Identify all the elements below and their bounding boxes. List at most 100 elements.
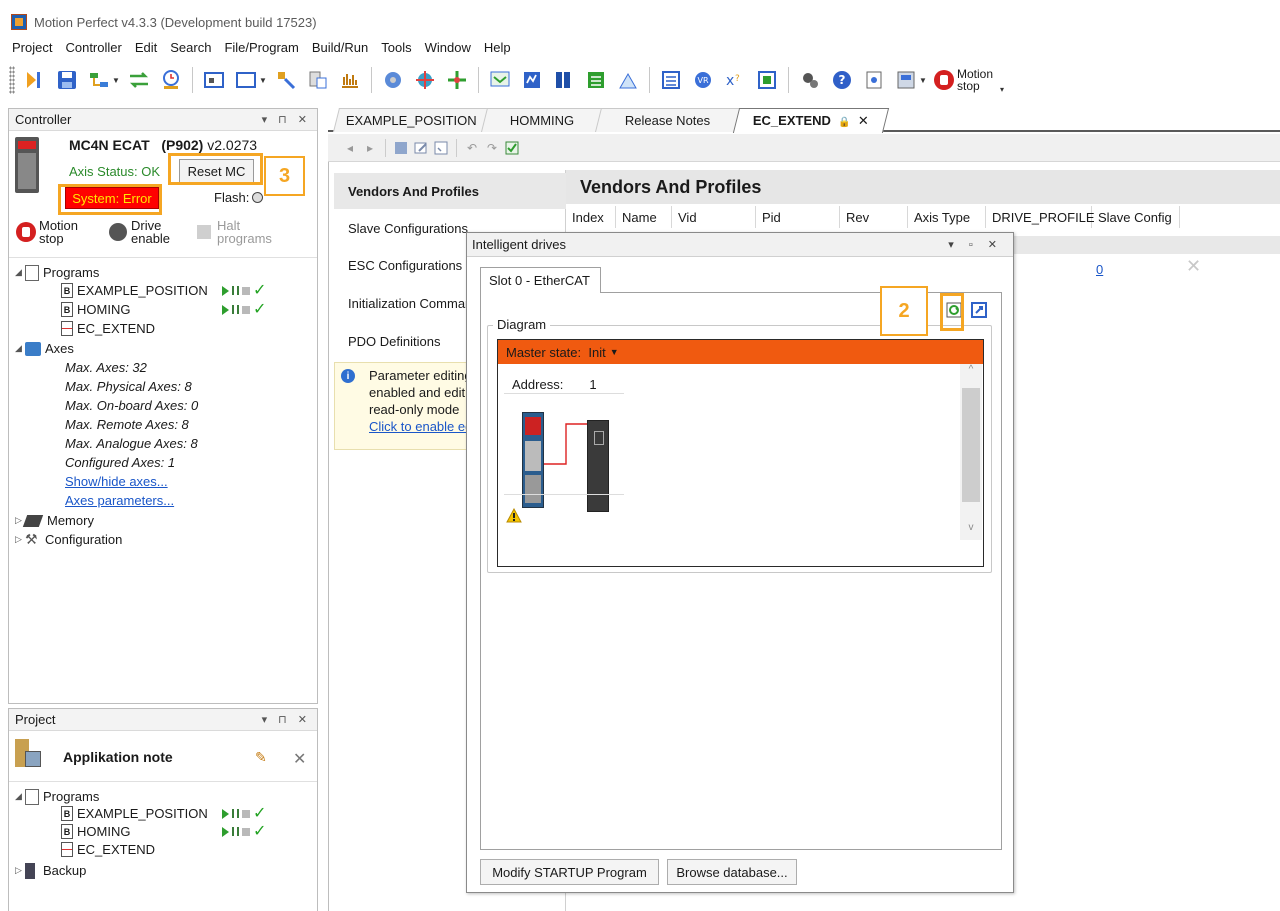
list-icon[interactable]	[658, 67, 684, 93]
expand-icon[interactable]: ▷	[15, 865, 25, 876]
menu-controller[interactable]: Controller	[65, 40, 121, 55]
scroll-up-icon[interactable]: ^	[960, 364, 982, 380]
intelligent-drives-icon[interactable]	[487, 67, 513, 93]
chevron-down-icon[interactable]: ▼	[610, 347, 619, 357]
halt-programs-button[interactable]: Halt programs	[197, 219, 272, 245]
pause-icon[interactable]	[232, 305, 239, 314]
menu-window[interactable]: Window	[425, 40, 471, 55]
column-header[interactable]: Axis Type	[908, 206, 986, 228]
help-icon[interactable]: ?	[829, 67, 855, 93]
stop-icon[interactable]	[242, 305, 250, 314]
undo-icon[interactable]: ↶	[464, 140, 480, 156]
collapse-icon[interactable]: ◢	[15, 343, 25, 354]
back-icon[interactable]: ◂	[342, 140, 358, 156]
window-icon[interactable]	[233, 67, 259, 93]
file-transfer-icon[interactable]	[305, 67, 331, 93]
show-hide-axes-link[interactable]: Show/hide axes...	[65, 472, 168, 491]
jog-icon[interactable]	[412, 67, 438, 93]
transfer-icon[interactable]	[126, 67, 152, 93]
modify-startup-button[interactable]: Modify STARTUP Program	[480, 859, 659, 885]
io-icon[interactable]	[754, 67, 780, 93]
menu-tools[interactable]: Tools	[381, 40, 411, 55]
run-icon[interactable]	[222, 304, 229, 315]
tree-program-item[interactable]: B EXAMPLE_POSITION ✓	[61, 804, 266, 823]
column-header[interactable]: Vid	[672, 206, 756, 228]
vr-view-icon[interactable]: VR	[690, 67, 716, 93]
validate-icon[interactable]	[433, 140, 449, 156]
master-state-value[interactable]: Init	[588, 345, 605, 360]
forward-icon[interactable]: ▸	[362, 140, 378, 156]
delete-icon[interactable]: ✕	[293, 749, 306, 769]
browse-database-button[interactable]: Browse database...	[667, 859, 797, 885]
connect-icon[interactable]	[22, 67, 48, 93]
drive-device-icon[interactable]	[587, 420, 609, 512]
variables-icon[interactable]: x?	[722, 67, 748, 93]
pause-icon[interactable]	[232, 827, 239, 836]
network-icon[interactable]	[86, 67, 112, 93]
tree-memory[interactable]: ▷ Memory	[15, 511, 94, 530]
tab-ec-extend[interactable]: EC_EXTEND 🔒 ✕	[732, 108, 890, 133]
tree-configuration[interactable]: ▷ ⚒ Configuration	[15, 530, 122, 549]
window-controls[interactable]: ▾ ▫ ✕	[948, 238, 1003, 251]
tree-backup[interactable]: ▷ Backup	[15, 861, 86, 880]
tab-slot-0[interactable]: Slot 0 - EtherCAT	[480, 267, 601, 293]
tree-programs[interactable]: ◢ Programs	[15, 263, 99, 282]
motion-stop-quick-button[interactable]: Motion stop	[15, 219, 78, 245]
terminal-icon[interactable]	[201, 67, 227, 93]
close-tab-icon[interactable]: ✕	[858, 113, 869, 128]
edit-icon[interactable]	[413, 140, 429, 156]
slave-config-link[interactable]: 0	[1096, 262, 1103, 277]
delete-row-icon[interactable]: ✕	[1186, 256, 1201, 277]
drives-window-header[interactable]: Intelligent drives ▾ ▫ ✕	[467, 233, 1013, 257]
run-icon[interactable]	[222, 808, 229, 819]
panel-controls[interactable]: ▾ ⊓ ✕	[262, 713, 311, 726]
stop-icon[interactable]	[242, 827, 250, 836]
run-icon[interactable]	[222, 285, 229, 296]
stop-icon[interactable]	[242, 286, 250, 295]
doc-save-icon[interactable]	[393, 140, 409, 156]
menu-project[interactable]: Project	[12, 40, 52, 55]
plc-icon[interactable]	[519, 67, 545, 93]
column-header[interactable]: Pid	[756, 206, 840, 228]
motion-stop-button[interactable]: Motion stop	[933, 67, 993, 93]
tree-program-item[interactable]: B HOMING ✓	[61, 822, 266, 841]
redo-icon[interactable]: ↷	[484, 140, 500, 156]
column-header[interactable]: DRIVE_PROFILE	[986, 206, 1095, 228]
menu-build-run[interactable]: Build/Run	[312, 40, 368, 55]
pause-icon[interactable]	[232, 809, 239, 818]
expand-view-icon[interactable]	[970, 301, 988, 319]
tab-homming[interactable]: HOMMING	[481, 108, 603, 132]
tree-program-item[interactable]: B EXAMPLE_POSITION ✓	[61, 281, 266, 300]
new-file-icon[interactable]: ✎	[255, 749, 267, 766]
stop-icon[interactable]	[242, 809, 250, 818]
panel-controls[interactable]: ▾ ⊓ ✕	[262, 113, 311, 126]
axis-icon[interactable]	[380, 67, 406, 93]
run-icon[interactable]	[222, 826, 229, 837]
program-icon[interactable]	[273, 67, 299, 93]
graph-icon[interactable]	[615, 67, 641, 93]
nav-vendors-profiles[interactable]: Vendors And Profiles	[334, 173, 566, 209]
column-header[interactable]: Name	[616, 206, 672, 228]
tab-example-position[interactable]: EXAMPLE_POSITION	[333, 108, 489, 132]
tune-icon[interactable]	[444, 67, 470, 93]
network-dropdown-icon[interactable]: ▼	[112, 76, 120, 85]
clock-icon[interactable]	[158, 67, 184, 93]
axes-parameters-link[interactable]: Axes parameters...	[65, 491, 174, 510]
doc-icon[interactable]	[861, 67, 887, 93]
oscilloscope-icon[interactable]	[337, 67, 363, 93]
tree-program-item[interactable]: EC_EXTEND	[61, 319, 155, 338]
gears-icon[interactable]	[797, 67, 823, 93]
collapse-icon[interactable]: ◢	[15, 267, 25, 278]
diagram-scrollbar[interactable]: ^ v	[960, 364, 982, 540]
tree-program-item[interactable]: EC_EXTEND	[61, 840, 155, 859]
toolbar-overflow-icon[interactable]: ▾	[1000, 85, 1008, 94]
column-header[interactable]: Rev	[840, 206, 908, 228]
toolbar-grip[interactable]	[9, 66, 15, 94]
scrollbar-thumb[interactable]	[962, 388, 980, 502]
table-icon[interactable]	[551, 67, 577, 93]
save-icon[interactable]	[54, 67, 80, 93]
tree-axes[interactable]: ◢ Axes	[15, 339, 74, 358]
menu-edit[interactable]: Edit	[135, 40, 157, 55]
scroll-down-icon[interactable]: v	[960, 522, 982, 538]
window-dropdown-icon[interactable]: ▼	[259, 76, 267, 85]
